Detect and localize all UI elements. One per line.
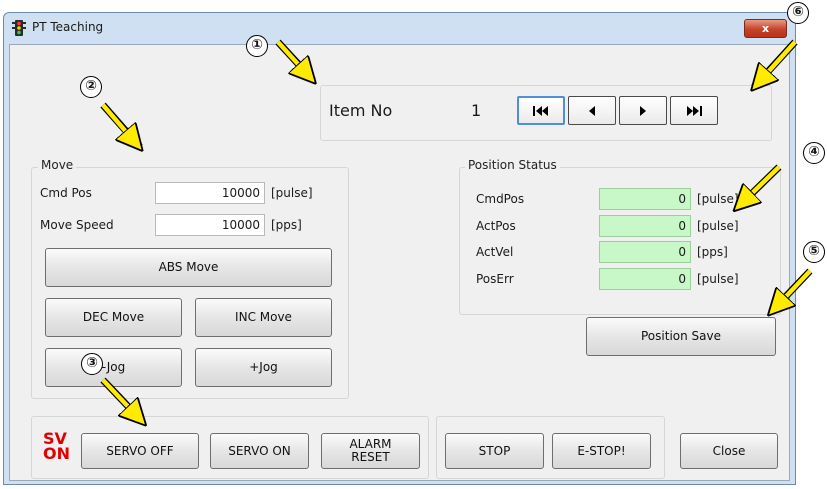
move-group-title: Move bbox=[38, 158, 77, 172]
last-item-button[interactable] bbox=[670, 96, 718, 125]
prev-icon bbox=[589, 105, 595, 116]
window-title: PT Teaching bbox=[32, 20, 104, 34]
cmdpos-status-label: CmdPos bbox=[476, 192, 525, 206]
item-no-label: Item No bbox=[329, 101, 393, 120]
first-item-button[interactable] bbox=[517, 96, 565, 125]
cmdpos-status-value: 0 bbox=[599, 188, 691, 210]
position-save-button[interactable]: Position Save bbox=[586, 317, 776, 356]
abs-move-button[interactable]: ABS Move bbox=[45, 248, 332, 287]
cmd-pos-label: Cmd Pos bbox=[40, 186, 92, 200]
stop-button[interactable]: STOP bbox=[445, 433, 544, 469]
servo-off-button[interactable]: SERVO OFF bbox=[81, 433, 199, 469]
window-close-button[interactable]: x bbox=[744, 19, 787, 38]
client-area: Item No 1 Move Cmd Pos 10000 [pulse] Mov… bbox=[9, 44, 790, 481]
annotation-2: ② bbox=[80, 76, 102, 98]
move-speed-label: Move Speed bbox=[40, 218, 114, 232]
annotation-1: ① bbox=[246, 35, 268, 57]
move-speed-input[interactable]: 10000 bbox=[155, 214, 265, 236]
alarm-reset-line2: RESET bbox=[351, 450, 390, 464]
inc-move-button[interactable]: INC Move bbox=[195, 298, 332, 337]
annotation-4: ④ bbox=[803, 142, 825, 164]
poserr-status-label: PosErr bbox=[476, 272, 514, 286]
prev-item-button[interactable] bbox=[568, 96, 616, 125]
traffic-light-icon bbox=[12, 20, 26, 36]
skip-first-icon bbox=[533, 105, 548, 116]
cmd-pos-unit: [pulse] bbox=[271, 186, 313, 200]
actvel-status-value: 0 bbox=[599, 241, 691, 263]
alarm-reset-button[interactable]: ALARM RESET bbox=[321, 433, 420, 469]
poserr-status-unit: [pulse] bbox=[697, 272, 739, 286]
skip-last-icon bbox=[687, 105, 702, 116]
cmdpos-status-unit: [pulse] bbox=[697, 192, 739, 206]
annotation-6: ⑥ bbox=[787, 2, 809, 24]
position-status-title: Position Status bbox=[465, 158, 560, 172]
servo-on-indicator: SV ON bbox=[43, 431, 70, 463]
actpos-status-unit: [pulse] bbox=[697, 219, 739, 233]
jog-plus-button[interactable]: +Jog bbox=[195, 348, 332, 387]
item-no-value: 1 bbox=[471, 101, 482, 120]
annotation-3: ③ bbox=[81, 353, 103, 375]
sv-on-line2: ON bbox=[43, 444, 70, 463]
jog-minus-button[interactable]: -Jog bbox=[45, 348, 182, 387]
title-bar: PT Teaching x bbox=[4, 13, 795, 43]
actpos-status-value: 0 bbox=[599, 215, 691, 237]
dec-move-button[interactable]: DEC Move bbox=[45, 298, 182, 337]
actpos-status-label: ActPos bbox=[476, 219, 516, 233]
servo-on-button[interactable]: SERVO ON bbox=[210, 433, 309, 469]
actvel-status-unit: [pps] bbox=[697, 245, 728, 259]
cmd-pos-input[interactable]: 10000 bbox=[155, 182, 265, 204]
annotation-5: ⑤ bbox=[803, 241, 825, 263]
poserr-status-value: 0 bbox=[599, 268, 691, 290]
move-speed-unit: [pps] bbox=[271, 218, 302, 232]
estop-button[interactable]: E-STOP! bbox=[552, 433, 651, 469]
actvel-status-label: ActVel bbox=[476, 245, 514, 259]
close-button[interactable]: Close bbox=[680, 433, 778, 469]
pt-teaching-window: PT Teaching x Item No 1 Move Cmd Pos 100… bbox=[3, 12, 796, 485]
next-icon bbox=[640, 105, 646, 116]
next-item-button[interactable] bbox=[619, 96, 667, 125]
